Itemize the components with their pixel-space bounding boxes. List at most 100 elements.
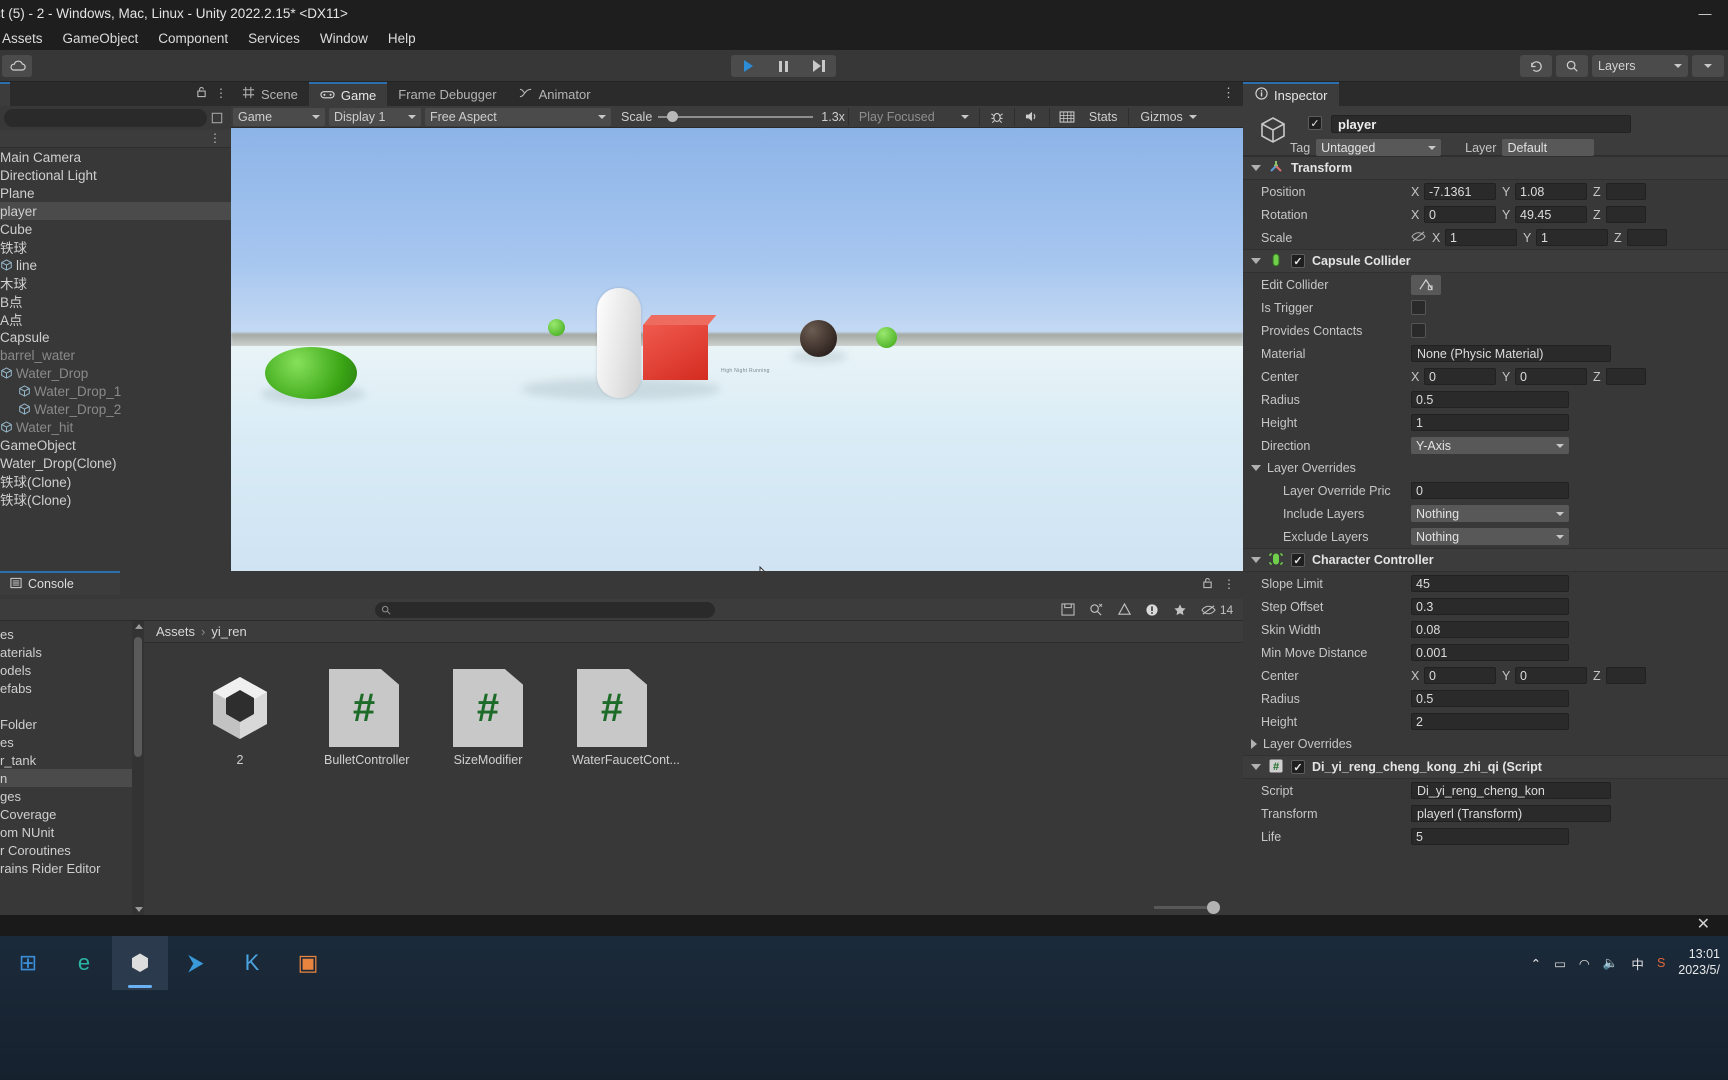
scroll-down-icon[interactable] (135, 907, 143, 912)
kebab-icon[interactable]: ⋮ (215, 86, 227, 101)
breadcrumb-assets[interactable]: Assets (156, 624, 195, 639)
object-enabled-checkbox[interactable]: ✓ (1308, 116, 1322, 130)
project-tree-item[interactable]: efabs (0, 679, 132, 697)
property-y-field[interactable]: 0 (1515, 368, 1587, 385)
gizmos-label[interactable]: Gizmos (1140, 110, 1182, 124)
start-icon[interactable]: ⊞ (0, 936, 56, 990)
hierarchy-item[interactable]: Water_Drop(Clone) (0, 454, 231, 472)
property-z-field[interactable] (1606, 667, 1646, 684)
hierarchy-item[interactable]: 铁球(Clone) (0, 490, 231, 508)
wifi-icon[interactable]: ◠ (1579, 956, 1590, 971)
component-header[interactable]: # ✓ Di_yi_reng_cheng_kong_zhi_qi (Script (1243, 755, 1728, 779)
game-view-menu-icon[interactable]: ⋮ (1222, 85, 1235, 101)
layers-dropdown[interactable]: Layers (1592, 55, 1688, 77)
hierarchy-item[interactable]: Water_Drop_1 (0, 382, 231, 400)
scrollbar-thumb[interactable] (134, 637, 142, 757)
hierarchy-item[interactable]: 铁球 (0, 238, 231, 256)
project-tree-item[interactable]: Coverage (0, 805, 132, 823)
tab-animator[interactable]: Animator (508, 82, 602, 106)
folder-icon[interactable]: ▣ (280, 936, 336, 990)
filter-icon[interactable] (1083, 601, 1109, 619)
project-horizontal-scrollbar[interactable] (144, 901, 1244, 914)
property-number-field[interactable]: 0 (1411, 482, 1569, 499)
scroll-up-icon[interactable] (135, 624, 143, 629)
edit-collider-button[interactable] (1411, 274, 1441, 295)
property-z-field[interactable] (1606, 183, 1646, 200)
property-number-field[interactable]: 1 (1411, 414, 1569, 431)
property-x-field[interactable]: -7.1361 (1424, 183, 1496, 200)
hierarchy-item[interactable]: Main Camera (0, 148, 231, 166)
component-header[interactable]: ✓ Character Controller (1243, 548, 1728, 572)
component-header[interactable]: Transform (1243, 156, 1728, 180)
game-target-dropdown[interactable]: Game (233, 107, 325, 126)
project-tree-item[interactable]: rains Rider Editor (0, 859, 132, 877)
favorite-icon[interactable] (1167, 601, 1193, 619)
foldout-arrow-icon[interactable] (1251, 739, 1257, 749)
foldout-arrow-icon[interactable] (1251, 165, 1261, 171)
project-tree-item[interactable]: Folder (0, 715, 132, 733)
project-tree-item[interactable]: es (0, 733, 132, 751)
audio-icon[interactable] (1018, 107, 1046, 127)
hierarchy-item[interactable]: GameObject (0, 436, 231, 454)
sync-icon[interactable]: S (1657, 956, 1665, 970)
asset-item[interactable]: # SizeModifier (448, 669, 528, 767)
property-checkbox[interactable] (1411, 300, 1426, 315)
hscroll-knob[interactable] (1207, 901, 1220, 914)
hierarchy-search-filter-icon[interactable] (207, 112, 227, 124)
tab-inspector[interactable]: Inspector (1243, 82, 1340, 106)
menu-item-window[interactable]: Window (310, 31, 378, 46)
layer-dropdown[interactable]: Default (1502, 139, 1595, 156)
hierarchy-scene-menu-icon[interactable]: ⋮ (209, 131, 221, 145)
hierarchy-item[interactable]: B点 (0, 292, 231, 310)
project-tree-item[interactable]: odels (0, 661, 132, 679)
property-checkbox[interactable] (1411, 323, 1426, 338)
hierarchy-item[interactable]: barrel_water (0, 346, 231, 364)
battery-icon[interactable]: ▭ (1554, 956, 1566, 971)
property-number-field[interactable]: 0.5 (1411, 391, 1569, 408)
taskbar-clock[interactable]: 13:01 2023/5/ (1678, 947, 1720, 978)
menu-item-help[interactable]: Help (378, 31, 426, 46)
property-object-field[interactable]: playerl (Transform) (1411, 805, 1611, 822)
hierarchy-item[interactable]: Capsule (0, 328, 231, 346)
link-off-icon[interactable] (1411, 230, 1426, 246)
game-render-canvas[interactable]: High Night Running (231, 128, 1243, 571)
edge-icon[interactable]: e (56, 936, 112, 990)
stats-grid-icon[interactable] (1053, 107, 1081, 127)
property-z-field[interactable] (1606, 368, 1646, 385)
hierarchy-item[interactable]: Cube (0, 220, 231, 238)
project-tree-item[interactable] (0, 697, 132, 715)
warning-icon[interactable] (1111, 601, 1137, 619)
property-z-field[interactable] (1606, 206, 1646, 223)
hierarchy-item[interactable]: Water_hit (0, 418, 231, 436)
breadcrumb-yi-ren[interactable]: yi_ren (211, 624, 246, 639)
property-y-field[interactable]: 1 (1536, 229, 1608, 246)
minimize-button[interactable]: — (1682, 0, 1728, 26)
tab-hierarchy[interactable] (0, 82, 10, 106)
project-search-input[interactable] (375, 601, 715, 618)
menu-item-services[interactable]: Services (238, 31, 310, 46)
layout-dropdown[interactable] (1692, 55, 1724, 77)
hierarchy-item[interactable]: 铁球(Clone) (0, 472, 231, 490)
hierarchy-item[interactable]: Directional Light (0, 166, 231, 184)
stats-label[interactable]: Stats (1089, 110, 1118, 124)
tab-frame-debugger[interactable]: Frame Debugger (387, 82, 507, 106)
sub-foldout[interactable]: Layer Overrides (1243, 457, 1728, 479)
component-enabled-checkbox[interactable]: ✓ (1291, 254, 1305, 268)
property-z-field[interactable] (1627, 229, 1667, 246)
hierarchy-item[interactable]: Plane (0, 184, 231, 202)
property-y-field[interactable]: 49.45 (1515, 206, 1587, 223)
chevron-up-icon[interactable]: ⌃ (1531, 956, 1541, 971)
aspect-dropdown[interactable]: Free Aspect (425, 107, 611, 126)
property-number-field[interactable]: 2 (1411, 713, 1569, 730)
foldout-arrow-icon[interactable] (1251, 764, 1261, 770)
project-tree-item[interactable]: r Coroutines (0, 841, 132, 859)
play-mode-dropdown[interactable]: Play Focused (854, 108, 974, 126)
menu-item-gameobject[interactable]: GameObject (53, 31, 149, 46)
property-dropdown[interactable]: Nothing (1411, 528, 1569, 545)
project-tree-item[interactable]: es (0, 625, 132, 643)
project-tree-item[interactable]: aterials (0, 643, 132, 661)
lock-icon[interactable] (1202, 577, 1213, 592)
hierarchy-search-input[interactable] (4, 109, 207, 127)
cloud-icon[interactable] (2, 54, 32, 77)
property-number-field[interactable]: 0.5 (1411, 690, 1569, 707)
